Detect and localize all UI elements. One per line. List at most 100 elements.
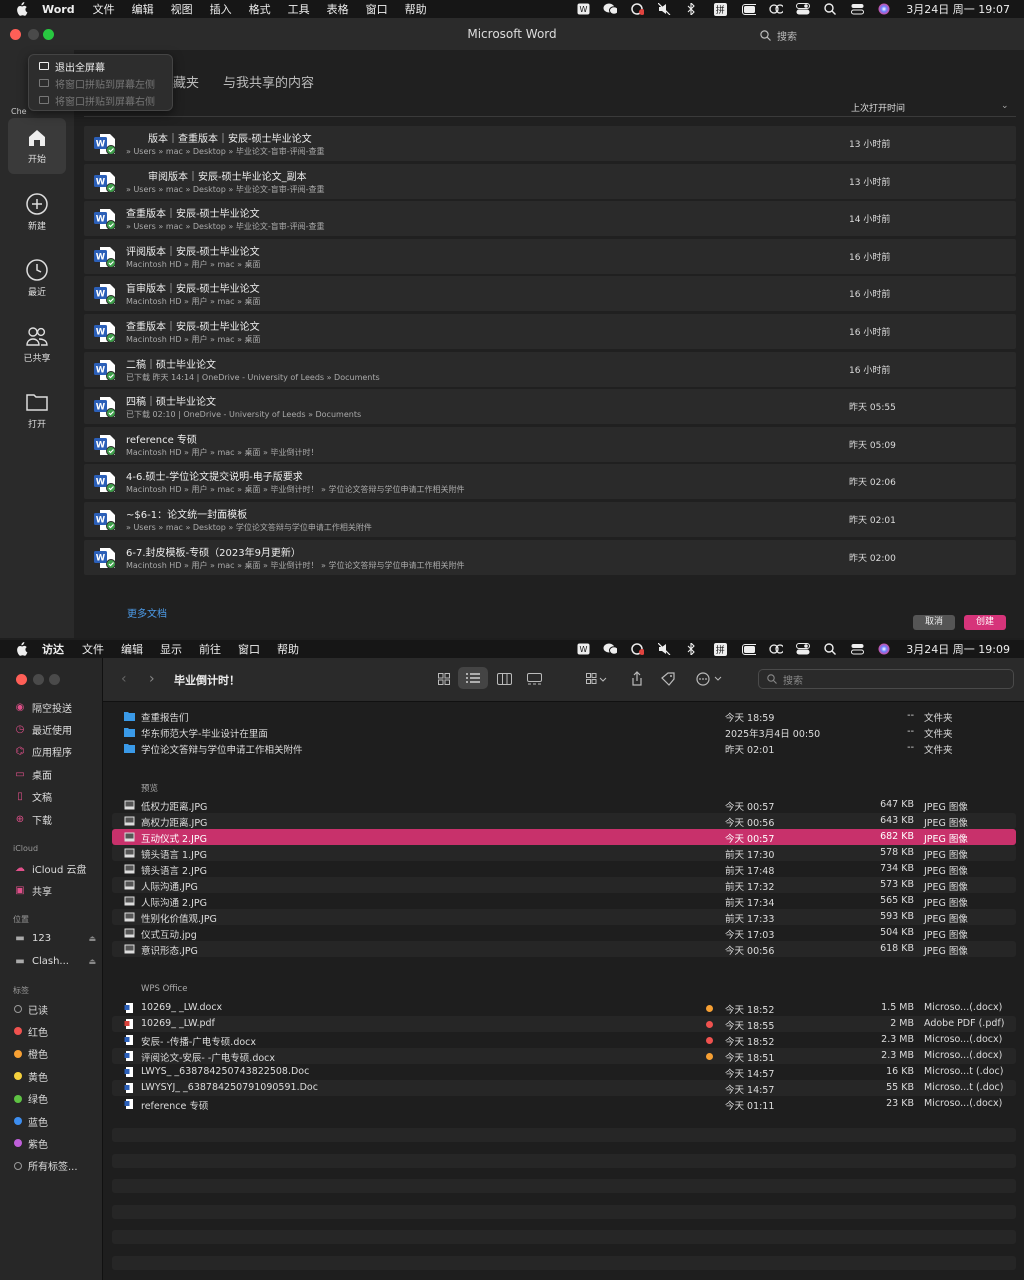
file-row[interactable]: 人际沟通.JPG 前天 17:32 573 KB JPEG 图像 <box>112 877 1016 893</box>
file-row[interactable]: 镜头语言 2.JPG 前天 17:48 734 KB JPEG 图像 <box>112 861 1016 877</box>
eject-icon[interactable]: ⏏ <box>88 934 96 943</box>
sidebar-item-tag[interactable]: 蓝色 <box>14 1114 48 1129</box>
recent-doc-row[interactable]: W 查重版本｜安辰-硕士毕业论文» Users » mac » Desktop »… <box>84 201 1016 237</box>
bluetooth-icon[interactable] <box>684 3 698 15</box>
siri-icon[interactable] <box>877 643 891 655</box>
sidebar-item-favorite[interactable]: ⌬ 应用程序 <box>14 745 72 759</box>
recent-doc-row[interactable]: W ~$6-1：论文统一封面模板 » Users » mac » Desktop »… <box>84 502 1016 537</box>
more-documents-link[interactable]: 更多文档 <box>127 605 167 620</box>
sort-by-label[interactable]: 上次打开时间 <box>851 101 905 114</box>
sidebar-item-icloud[interactable]: ☁ iCloud 云盘 <box>14 861 87 876</box>
apple-icon[interactable] <box>14 2 28 16</box>
sidebar-item-favorite[interactable]: ◉ 隔空投送 <box>14 700 72 715</box>
back-arrow-icon[interactable]: ‹ <box>121 671 127 687</box>
file-row[interactable]: reference 专硕 今天 01:11 23 KB Microso...(.doc… <box>112 1096 1016 1112</box>
menu-item-exit-fullscreen[interactable]: 退出全屏幕 <box>39 58 105 74</box>
more-actions-icon[interactable] <box>696 672 724 686</box>
menu-view[interactable]: 视图 <box>171 1 193 17</box>
tag-icon[interactable] <box>661 672 676 686</box>
link-icon[interactable] <box>769 643 784 655</box>
menu-app-name[interactable]: Word <box>42 3 75 16</box>
file-row[interactable]: LWYS_ _638784250743822508.Doc 今天 14:57 16 … <box>112 1064 1016 1080</box>
menu-format[interactable]: 格式 <box>249 1 271 17</box>
column-view-icon[interactable] <box>497 673 512 685</box>
sidebar-item-tag[interactable]: 黄色 <box>14 1069 48 1084</box>
battery-icon[interactable] <box>742 643 757 655</box>
file-row[interactable]: 查重报告们 今天 18:59 -- 文件夹 <box>112 708 1016 724</box>
recent-doc-row[interactable]: W 4-6.硕士-学位论文提交说明-电子版要求 Macintosh HD » 用户 … <box>84 464 1016 500</box>
tab-shared-with-me[interactable]: 与我共享的内容 <box>223 72 314 91</box>
apple-icon[interactable] <box>14 642 28 656</box>
recent-doc-row[interactable]: W 6-7.封皮模板-专硕（2023年9月更新） Macintosh HD » 用户… <box>84 539 1016 575</box>
file-row[interactable]: LWYSYJ_ _638784250791090591.Doc 今天 14:57 5… <box>112 1080 1016 1096</box>
menu-window[interactable]: 窗口 <box>238 641 260 657</box>
minimize-window-button[interactable] <box>33 674 44 685</box>
sidebar-item-icloud[interactable]: ▣ 共享 <box>14 883 52 898</box>
menu-edit[interactable]: 编辑 <box>121 641 143 657</box>
sidebar-item-tag[interactable]: 绿色 <box>14 1092 48 1106</box>
file-row[interactable]: 低权力距离.JPG 今天 00:57 647 KB JPEG 图像 <box>112 797 1016 813</box>
tab-favorites[interactable]: 藏夹 <box>173 72 199 91</box>
close-window-button[interactable] <box>16 674 27 685</box>
recent-doc-row[interactable]: W 评阅版本｜安辰-硕士毕业论文 Macintosh HD » 用户 » mac »… <box>84 238 1016 274</box>
bluetooth-icon[interactable] <box>684 643 698 655</box>
eject-icon[interactable]: ⏏ <box>88 957 96 966</box>
sidebar-item-tag[interactable]: 红色 <box>14 1024 48 1039</box>
finder-search-field[interactable]: 搜索 <box>758 669 1014 689</box>
share-icon[interactable] <box>631 671 643 686</box>
search-icon[interactable] <box>823 3 837 15</box>
sidebar-item-tag[interactable]: 橙色 <box>14 1047 48 1061</box>
recent-doc-row[interactable]: W 四稿｜硕士毕业论文 已下载 02:10 | OneDrive - Univers… <box>84 389 1016 425</box>
siri-icon[interactable] <box>877 3 891 15</box>
link-icon[interactable] <box>769 3 784 15</box>
menu-view[interactable]: 显示 <box>160 641 182 657</box>
menu-datetime[interactable]: 3月24日 周一 19:09 <box>906 641 1010 657</box>
file-row[interactable]: 意识形态.JPG 今天 00:56 618 KB JPEG 图像 <box>112 941 1016 957</box>
file-row[interactable]: 评阅论文-安辰- -广电专硕.docx 今天 18:51 2.3 MB Microso… <box>112 1048 1016 1064</box>
wps-status-icon[interactable]: W <box>576 3 590 15</box>
sidebar-item-favorite[interactable]: ⊕ 下载 <box>14 812 52 827</box>
menu-window[interactable]: 窗口 <box>366 1 388 17</box>
menu-help[interactable]: 帮助 <box>277 641 299 657</box>
menu-go[interactable]: 前往 <box>199 641 221 657</box>
sidebar-item-recent[interactable]: 最近 <box>8 250 66 306</box>
wechat-icon[interactable] <box>603 643 618 655</box>
file-row[interactable]: 性别化价值观.JPG 前天 17:33 593 KB JPEG 图像 <box>112 909 1016 925</box>
word-search-field[interactable]: 搜索 <box>760 26 1016 44</box>
sidebar-item-favorite[interactable]: ▯ 文稿 <box>14 790 52 804</box>
file-row[interactable]: 华东师范大学-毕业设计在里面 2025年3月4日 00:50 -- 文件夹 <box>112 724 1016 740</box>
file-row[interactable]: 学位论文答辩与学位申请工作相关附件 昨天 02:01 -- 文件夹 <box>112 740 1016 756</box>
sidebar-item-favorite[interactable]: ◷ 最近使用 <box>14 722 72 737</box>
sidebar-item-favorite[interactable]: ▭ 桌面 <box>14 767 52 782</box>
file-row[interactable]: 安辰- -传播-广电专硕.docx 今天 18:52 2.3 MB Microso..… <box>112 1032 1016 1048</box>
control-toggle-icon[interactable] <box>850 643 864 655</box>
sidebar-item-location[interactable]: ▬ 123 ⏏ <box>14 931 96 945</box>
zoom-window-button[interactable] <box>49 674 60 685</box>
sidebar-item-shared[interactable]: 已共享 <box>8 316 66 372</box>
screen-record-icon[interactable] <box>630 643 645 655</box>
create-button[interactable]: 创建 <box>964 615 1006 630</box>
mute-icon[interactable] <box>657 643 671 655</box>
sidebar-item-home[interactable]: 开始 <box>8 118 66 174</box>
input-method-icon[interactable]: 拼 <box>711 2 729 16</box>
menu-file[interactable]: 文件 <box>82 641 104 657</box>
wps-status-icon[interactable]: W <box>576 643 590 655</box>
menu-item-tile-left[interactable]: 将窗口拼贴到屏幕左侧 <box>39 75 155 91</box>
file-row[interactable]: 镜头语言 1.JPG 前天 17:30 578 KB JPEG 图像 <box>112 845 1016 861</box>
sidebar-item-location[interactable]: ▬ Clash... ⏏ <box>14 954 96 968</box>
search-icon[interactable] <box>823 643 837 655</box>
screen-record-icon[interactable] <box>630 3 645 15</box>
menu-table[interactable]: 表格 <box>327 1 349 17</box>
sidebar-item-new[interactable]: 新建 <box>8 184 66 240</box>
icon-view-icon[interactable] <box>438 673 450 685</box>
wechat-icon[interactable] <box>603 3 618 15</box>
chevron-down-icon[interactable]: ⌄ <box>1001 101 1009 111</box>
battery-icon[interactable] <box>742 3 757 15</box>
menu-edit[interactable]: 编辑 <box>132 1 154 17</box>
gallery-view-icon[interactable] <box>527 673 542 685</box>
mute-icon[interactable] <box>657 3 671 15</box>
file-row[interactable]: 10269_ _LW.pdf 今天 18:55 2 MB Adobe PDF (.pd… <box>112 1016 1016 1032</box>
menu-file[interactable]: 文件 <box>93 1 115 17</box>
sidebar-item-tag[interactable]: 紫色 <box>14 1136 48 1151</box>
control-center-icon[interactable] <box>796 3 811 15</box>
